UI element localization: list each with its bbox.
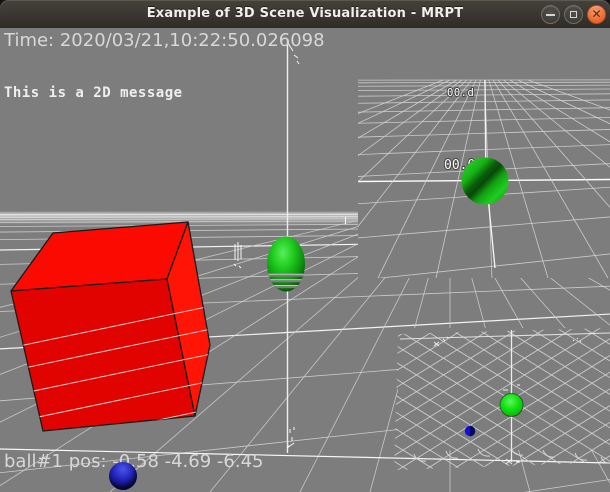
message-2d-text: This is a 2D message xyxy=(4,85,183,101)
ortho-green-ball xyxy=(500,394,523,417)
time-text: Time: 2020/03/21,10:22:50.026098 xyxy=(4,30,325,51)
minimize-button[interactable] xyxy=(541,5,560,24)
minimize-icon xyxy=(546,14,555,16)
red-box-front-face xyxy=(11,279,195,431)
close-icon: ✕ xyxy=(591,8,601,20)
titlebar[interactable]: Example of 3D Scene Visualization - MRPT… xyxy=(0,0,610,29)
window-controls: ✕ xyxy=(541,5,606,24)
hud-blue-ball xyxy=(109,462,137,490)
gl-canvas[interactable]: 00.d 00.0 xyxy=(0,28,610,492)
maximize-button[interactable] xyxy=(564,5,583,24)
top-view-label-far: 00.d xyxy=(447,87,474,99)
close-button[interactable]: ✕ xyxy=(587,5,606,24)
app-window: Example of 3D Scene Visualization - MRPT… xyxy=(0,0,610,492)
top-view-green-ball xyxy=(462,158,509,205)
window-title: Example of 3D Scene Visualization - MRPT xyxy=(0,6,610,21)
maximize-icon xyxy=(570,11,577,18)
